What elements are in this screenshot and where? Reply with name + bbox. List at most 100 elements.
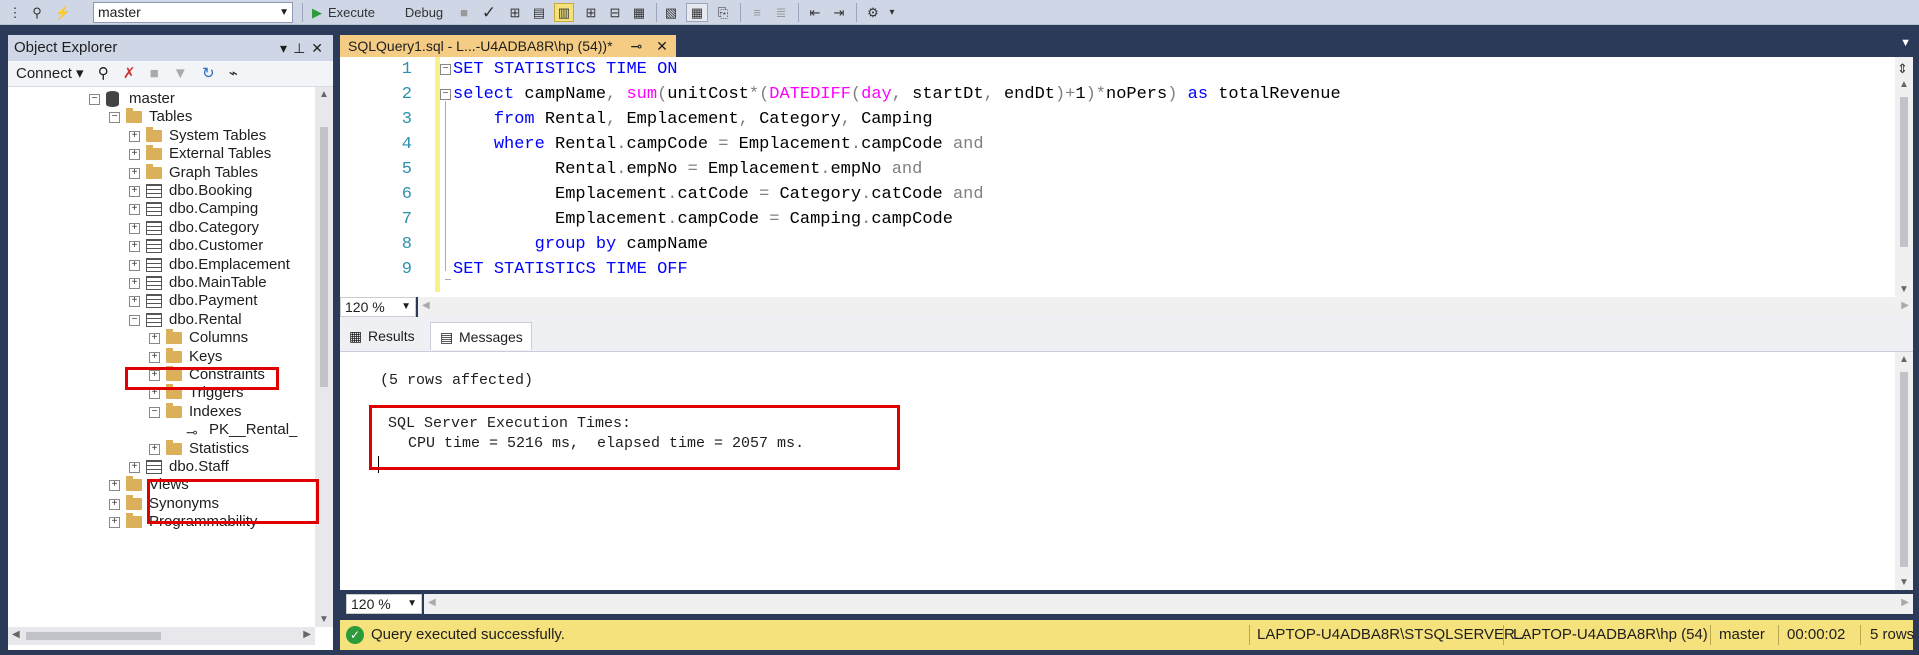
execute-button[interactable]: ▶ Execute xyxy=(312,3,402,22)
connect-button[interactable]: Connect ▾ xyxy=(16,65,84,82)
collapse-icon[interactable]: − xyxy=(440,64,451,75)
results-to-text-icon[interactable]: ▧ xyxy=(662,3,680,22)
uncomment-icon[interactable]: ≣ xyxy=(772,3,790,22)
tab-results-label: Results xyxy=(368,328,415,344)
decrease-indent-icon[interactable]: ⇤ xyxy=(806,3,824,22)
parse-check-icon[interactable]: ✓ xyxy=(480,3,498,22)
expand-icon[interactable]: + xyxy=(129,149,140,161)
table-icon xyxy=(146,220,162,235)
tab-sqlquery1[interactable]: SQLQuery1.sql - L...-U4ADBA8R\hp (54))* … xyxy=(340,35,676,57)
expand-icon[interactable]: + xyxy=(129,186,140,197)
collapse-icon[interactable]: − xyxy=(89,94,100,105)
scroll-up-icon[interactable]: ▲ xyxy=(319,89,329,100)
expand-icon[interactable]: + xyxy=(129,167,140,179)
messages-vertical-scrollbar[interactable]: ▲ ▼ xyxy=(1895,352,1913,590)
increase-indent-icon[interactable]: ⇥ xyxy=(830,3,848,22)
expand-icon[interactable]: + xyxy=(129,259,140,271)
expand-icon[interactable]: + xyxy=(109,498,120,510)
query-status-bar: ✓ Query executed successfully. LAPTOP-U4… xyxy=(340,620,1915,650)
expand-icon[interactable]: + xyxy=(129,222,140,234)
tab-list-icon[interactable]: ▼ xyxy=(1900,37,1911,49)
messages-horizontal-scrollbar[interactable]: ◀ ▶ xyxy=(424,594,1913,614)
specify-values-icon[interactable]: ⚙ xyxy=(864,3,882,22)
panel-menu-icon[interactable]: ▾ xyxy=(280,40,293,56)
editor-zoom-select[interactable]: 120 % ▼ xyxy=(340,297,416,317)
stop-icon[interactable]: ■ xyxy=(456,3,472,22)
code-line-4: where Rental.campCode = Emplacement.camp… xyxy=(493,135,984,154)
tree-vertical-scrollbar[interactable]: ▲ ▼ xyxy=(315,87,333,627)
expand-icon[interactable]: + xyxy=(149,388,160,400)
expand-icon[interactable]: + xyxy=(109,517,120,529)
connect-label: Connect xyxy=(16,65,72,82)
include-plan-icon[interactable]: ⊞ xyxy=(582,3,600,22)
scroll-up-icon[interactable]: ▲ xyxy=(1899,79,1909,90)
activity-monitor-icon[interactable]: ⌁ xyxy=(229,65,238,82)
scroll-right-icon[interactable]: ▶ xyxy=(303,629,311,640)
pin-icon[interactable]: ⊥ xyxy=(293,40,311,56)
tab-results[interactable]: ▦ Results xyxy=(340,322,423,350)
status-user: LAPTOP-U4ADBA8R\hp (54) xyxy=(1513,626,1708,643)
folder-icon xyxy=(126,513,142,529)
expand-icon[interactable]: + xyxy=(129,278,140,289)
connect-icon[interactable]: ⚲ xyxy=(28,3,46,22)
expand-icon[interactable]: + xyxy=(129,296,140,308)
expand-icon[interactable]: + xyxy=(129,204,140,216)
scroll-left-icon[interactable]: ◀ xyxy=(12,629,20,640)
editor-vertical-scrollbar[interactable]: ⇕ ▲ ▼ xyxy=(1895,57,1913,297)
expand-icon[interactable]: + xyxy=(149,351,160,363)
filter-icon[interactable]: ▼ xyxy=(173,65,188,82)
collapse-icon[interactable]: − xyxy=(109,112,120,124)
disconnect-icon[interactable]: ⚡ xyxy=(54,3,72,22)
database-selector[interactable]: master ▼ xyxy=(93,2,293,23)
document-tab-bar: SQLQuery1.sql - L...-U4ADBA8R\hp (54))* … xyxy=(340,35,1919,57)
tree-horizontal-scrollbar[interactable]: ◀ ▶ xyxy=(8,627,315,645)
scroll-left-icon[interactable]: ◀ xyxy=(422,300,430,311)
toolbar-overflow-icon[interactable]: ▾ xyxy=(886,3,898,22)
expand-icon[interactable]: + xyxy=(129,462,140,473)
scroll-up-icon[interactable]: ▲ xyxy=(1899,354,1909,365)
debug-button[interactable]: Debug xyxy=(400,3,448,22)
messages-zoom-select[interactable]: 120 % ▼ xyxy=(346,594,422,614)
code-line-7: Emplacement.campCode = Camping.campCode xyxy=(453,210,953,229)
collapse-icon[interactable]: − xyxy=(149,406,160,418)
expand-icon[interactable]: + xyxy=(109,480,120,492)
pin-icon[interactable]: ⊸ xyxy=(630,38,642,54)
expand-icon[interactable]: + xyxy=(129,130,140,142)
editor-horizontal-scrollbar[interactable]: ◀ ▶ xyxy=(418,297,1913,317)
status-rows: 5 rows xyxy=(1870,626,1915,643)
collapse-icon[interactable]: − xyxy=(129,314,140,326)
scroll-down-icon[interactable]: ▼ xyxy=(319,614,329,625)
results-to-file-icon[interactable]: ⎘ xyxy=(714,3,732,22)
query-options-icon[interactable]: ▤ xyxy=(530,3,548,22)
messages-zoom-value: 120 % xyxy=(351,596,391,612)
scroll-down-icon[interactable]: ▼ xyxy=(1899,577,1909,588)
client-stats-icon[interactable]: ▦ xyxy=(630,3,648,22)
close-icon[interactable]: ✕ xyxy=(311,40,329,56)
scroll-left-icon[interactable]: ◀ xyxy=(428,597,436,608)
results-to-grid-icon[interactable]: ▥ xyxy=(554,3,574,22)
folder-icon xyxy=(146,163,162,179)
live-stats-icon[interactable]: ⊟ xyxy=(606,3,624,22)
highlight-box-rental xyxy=(125,367,279,390)
disconnect-icon[interactable]: ✗ xyxy=(123,65,136,82)
scroll-right-icon[interactable]: ▶ xyxy=(1901,300,1909,311)
split-icon[interactable]: ⇕ xyxy=(1897,61,1908,77)
results-grid-icon[interactable]: ▦ xyxy=(686,3,708,22)
table-icon xyxy=(146,239,162,254)
line-number: 3 xyxy=(401,110,412,129)
connect-plug-icon[interactable]: ⚲ xyxy=(98,65,109,82)
collapse-icon[interactable]: − xyxy=(440,89,451,100)
tab-messages[interactable]: ▤ Messages xyxy=(430,322,532,350)
scroll-down-icon[interactable]: ▼ xyxy=(1899,284,1909,295)
messages-pane[interactable]: (5 rows affected) SQL Server Execution T… xyxy=(340,352,1913,590)
expand-icon[interactable]: + xyxy=(129,241,140,253)
refresh-icon[interactable]: ↻ xyxy=(202,65,215,82)
close-tab-icon[interactable]: ✕ xyxy=(656,38,668,54)
scroll-right-icon[interactable]: ▶ xyxy=(1901,597,1909,608)
expand-icon[interactable]: + xyxy=(149,333,160,345)
display-plan-icon[interactable]: ⊞ xyxy=(506,3,524,22)
sql-editor[interactable]: 1 2 3 4 5 6 7 8 9 − − SET STATISTICS TIME ON sel… xyxy=(340,57,1913,297)
comment-icon[interactable]: ≡ xyxy=(748,3,766,22)
stop-icon[interactable]: ■ xyxy=(150,65,159,82)
expand-icon[interactable]: + xyxy=(149,443,160,455)
